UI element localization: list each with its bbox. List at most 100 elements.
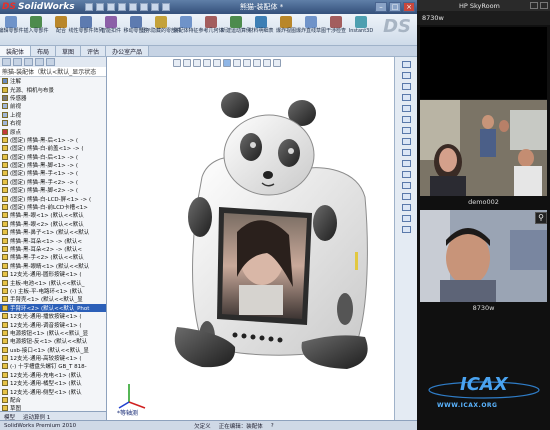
feature-tree-item[interactable]: 传感器 [0,94,106,102]
sw-logo[interactable]: DS SolidWorks [2,2,75,12]
search-icon[interactable] [401,94,411,101]
feature-tree-item[interactable]: 手臂壳<1> (默认<<默认_显 [0,295,106,303]
feature-tree-item[interactable]: 熊猫-黑-耳朵<1> -> (默认< [0,236,106,245]
maximize-button[interactable]: □ [389,2,401,12]
feature-tree-item[interactable]: 熊猫-黑-鼻子<1> (默认<<默认 [0,228,106,236]
relation-tool-icon[interactable] [401,226,411,233]
panda-head[interactable] [223,114,315,196]
feature-tree-item[interactable]: 电源按钮-反<1> (默认<<默认 [0,337,106,345]
feature-tree-item[interactable]: 主板-电池<1> (默认<<默认_ [0,278,106,287]
feature-tree-item[interactable]: 12支光-通用-橘型<1> (默认 [0,379,106,387]
feature-tree-item[interactable]: (固定) 熊猫-白-后<1> -> ( [0,153,106,161]
command-button[interactable]: 参考几何体 [199,14,224,44]
panda-left-hand[interactable] [188,197,212,237]
command-button[interactable]: 线性零部件阵列 [69,14,104,44]
print-icon[interactable] [117,3,126,11]
command-button[interactable]: 编辑零部件 [0,14,24,44]
minimize-button[interactable]: – [375,2,387,12]
options-icon[interactable] [161,3,170,11]
feature-tree-item[interactable]: 12支光-通用-高较按键<1> ( [0,354,106,362]
view-palette-icon[interactable] [401,105,411,112]
command-button[interactable]: 干涉检查 [325,14,347,44]
custom-properties-icon[interactable] [401,127,411,134]
feature-tree-item[interactable]: (固定) 熊猫-黑-脚<1> -> ( [0,161,106,169]
command-tab[interactable]: 装配体 [0,46,32,56]
command-button[interactable]: 显示隐藏的零部件 [141,14,181,44]
feature-tree-item[interactable]: (固定) 熊猫-黑-手<2> -> ( [0,178,106,186]
help-icon[interactable]: ? [267,423,278,429]
feature-tree-item[interactable]: (固定) 熊猫-黑-手<1> -> ( [0,169,106,177]
feature-tree-item[interactable]: 光源、相机与布景 [0,85,106,94]
command-tab[interactable]: 草图 [56,46,82,56]
spline-tool-icon[interactable] [401,182,411,189]
feature-tree-item[interactable]: 电源按钮<1> (默认<<默认_显 [0,329,106,337]
bottom-tab[interactable]: 运动算例 1 [19,412,54,420]
command-button[interactable]: 智能扣件 [100,14,122,44]
circle-tool-icon[interactable] [401,149,411,156]
open-icon[interactable] [95,3,104,11]
undo-icon[interactable] [128,3,137,11]
rebuild-icon[interactable] [150,3,159,11]
panda-nose[interactable] [263,171,273,179]
note-tool-icon[interactable] [401,204,411,211]
new-icon[interactable] [84,3,93,11]
resources-icon[interactable] [401,61,411,68]
rectangle-tool-icon[interactable] [401,171,411,178]
design-library-icon[interactable] [401,72,411,79]
feature-tree-item[interactable]: 12支光-通用-播放按键<1> ( [0,312,106,320]
skyroom-close-button[interactable] [540,2,548,9]
feature-tree-item[interactable]: 配合 [0,396,106,404]
select-icon[interactable] [139,3,148,11]
feature-tree-item[interactable]: 12支光-通用-侧型<1> (默认 [0,387,106,396]
feature-tree-item[interactable]: 12支光-通用-充电<1> (默认 [0,371,106,379]
command-tab[interactable]: 评估 [81,46,107,56]
feature-tree-item[interactable]: 手臂环<2> (默认<<默认_Phot [0,303,106,312]
command-button[interactable]: 新建运动算例 [221,14,251,44]
panda-right-foot[interactable] [301,335,368,369]
feature-tree-item[interactable]: (固定) 熊猫-白-前LCD卡槽<1> [0,203,106,211]
feature-tree-item[interactable]: 熊猫-黑-手<2> (默认<<默认 [0,253,106,261]
feature-tree-item[interactable]: (-) 十字槽盘头螺钉 GB_T 818- [0,362,106,370]
feature-tree-item[interactable]: 熊猫-黑-眼<1> (默认<<默认 [0,211,106,219]
command-tab[interactable]: 布局 [31,46,57,56]
feature-tree-item[interactable]: 原点 [0,127,106,136]
file-explorer-icon[interactable] [401,83,411,90]
feature-tree-item[interactable]: 12支光-通用-调音按键<1> ( [0,320,106,329]
display-tab-icon[interactable] [46,58,55,66]
skyroom-minimize-button[interactable] [530,2,538,9]
bottom-tab[interactable]: 模型 [0,412,19,420]
command-button[interactable]: 装配体特征 [174,14,199,44]
appearances-icon[interactable] [401,116,411,123]
property-tab-icon[interactable] [13,58,22,66]
command-button[interactable]: 爆炸视图 [275,14,297,44]
configuration-tab-icon[interactable] [24,58,33,66]
dimxpert-tab-icon[interactable] [35,58,44,66]
point-tool-icon[interactable] [401,193,411,200]
command-button[interactable]: 插入零部件 [24,14,49,44]
participant-video-1[interactable] [420,100,547,196]
feature-tree-tab-icon[interactable] [2,58,11,66]
panda-left-ear[interactable] [221,92,249,118]
participant-video-2[interactable] [420,210,547,302]
dimension-tool-icon[interactable] [401,215,411,222]
feature-tree-item[interactable]: usb-接口<1> (默认<<默认_显 [0,346,106,354]
assembly-root-node[interactable]: 熊猫-装配体（默认<默认_显示状态 [0,67,106,77]
arc-tool-icon[interactable] [401,160,411,167]
feature-tree-item[interactable]: 熊猫-黑-眼睛<1> (默认<<默认 [0,262,106,270]
feature-tree-item[interactable]: 熊猫-黑-眼<2> (默认<<默认 [0,220,106,228]
feature-tree-item[interactable]: 12支光-通用-圆形按键<1> ( [0,270,106,278]
zoom-icon[interactable]: ⚲ [535,212,547,224]
feature-tree-item[interactable]: 注解 [0,77,106,85]
command-button[interactable]: 爆炸直线草图 [296,14,326,44]
feature-tree-item[interactable]: (-) 主板-平-电路环<1> (默认 [0,287,106,295]
feature-tree-item[interactable]: 右视 [0,119,106,127]
feature-tree-item[interactable]: 上视 [0,111,106,119]
feature-tree-item[interactable]: (固定) 熊猫-黑-脚<2> -> ( [0,186,106,194]
feature-tree-item[interactable]: (固定) 熊猫-白-LCD-屏<1> -> ( [0,194,106,203]
feature-tree-item[interactable]: 前视 [0,102,106,110]
feature-tree-item[interactable]: (固定) 熊猫-白-前盖<1> -> ( [0,144,106,152]
line-tool-icon[interactable] [401,138,411,145]
command-button[interactable]: Instant3D [349,14,373,44]
graphics-viewport[interactable]: *等轴测 [107,57,394,420]
panda-photo-frame-model[interactable] [107,57,394,420]
